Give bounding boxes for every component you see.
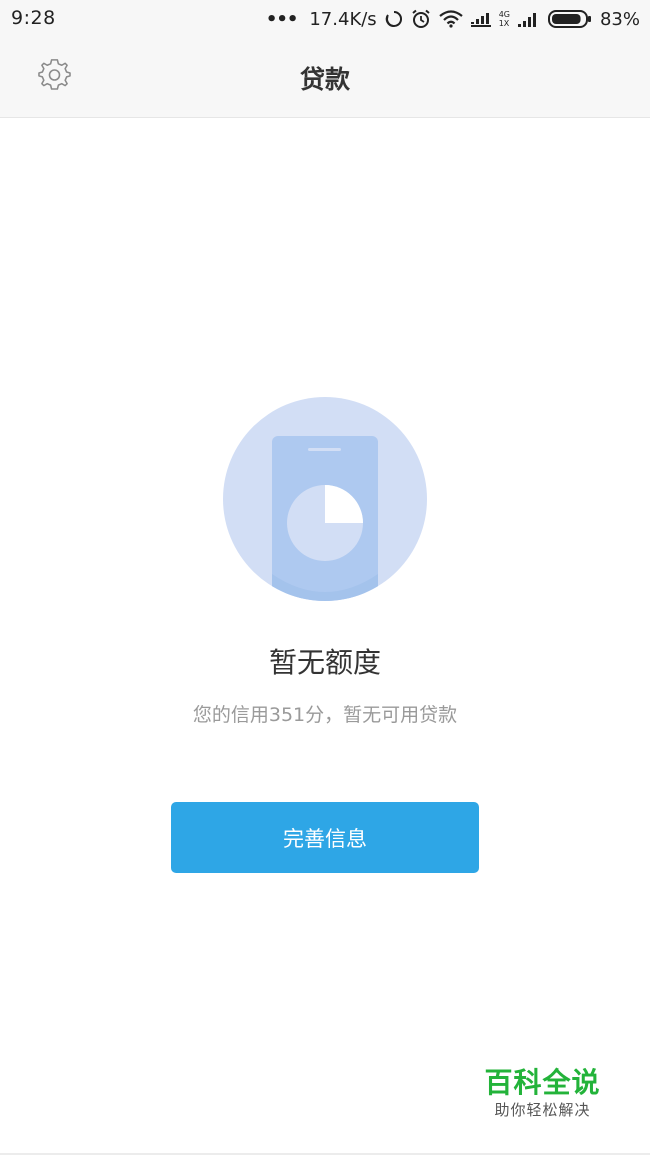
status-bar: 9:28 ••• 17.4K/s 4G 1X 83% xyxy=(0,0,650,38)
network-type-bottom: 1X xyxy=(498,19,510,28)
empty-state-title: 暂无额度 xyxy=(268,646,381,679)
watermark-subtitle: 助你轻松解决 xyxy=(494,1101,591,1119)
signal-icon xyxy=(470,10,493,28)
sync-icon xyxy=(385,10,403,28)
watermark-title: 百科全说 xyxy=(484,1066,601,1099)
alarm-icon xyxy=(411,9,431,29)
more-notifications-icon: ••• xyxy=(265,8,299,30)
network-type-top: 4G xyxy=(498,10,510,19)
battery-percent: 83% xyxy=(599,8,640,30)
page-title: 贷款 xyxy=(299,65,350,94)
status-time: 9:28 xyxy=(11,7,56,29)
wifi-icon xyxy=(438,10,463,28)
loan-screen: 9:28 ••• 17.4K/s 4G 1X 83% 贷款 暂无额度 您的信用3… xyxy=(0,0,650,1155)
signal-icon xyxy=(517,10,540,28)
network-speed: 17.4K/s xyxy=(309,8,377,30)
status-indicators: ••• 17.4K/s 4G 1X 83% xyxy=(266,6,640,32)
network-type: 4G 1X xyxy=(499,10,510,28)
battery-icon xyxy=(547,9,592,29)
watermark-logo: 百科全说 助你轻松解决 xyxy=(480,1066,605,1120)
complete-info-button[interactable]: 完善信息 xyxy=(171,802,479,873)
nav-bar: 贷款 xyxy=(0,38,650,118)
phone-pie-chart-icon xyxy=(222,396,428,602)
empty-state-subtitle: 您的信用351分，暂无可用贷款 xyxy=(192,704,458,726)
